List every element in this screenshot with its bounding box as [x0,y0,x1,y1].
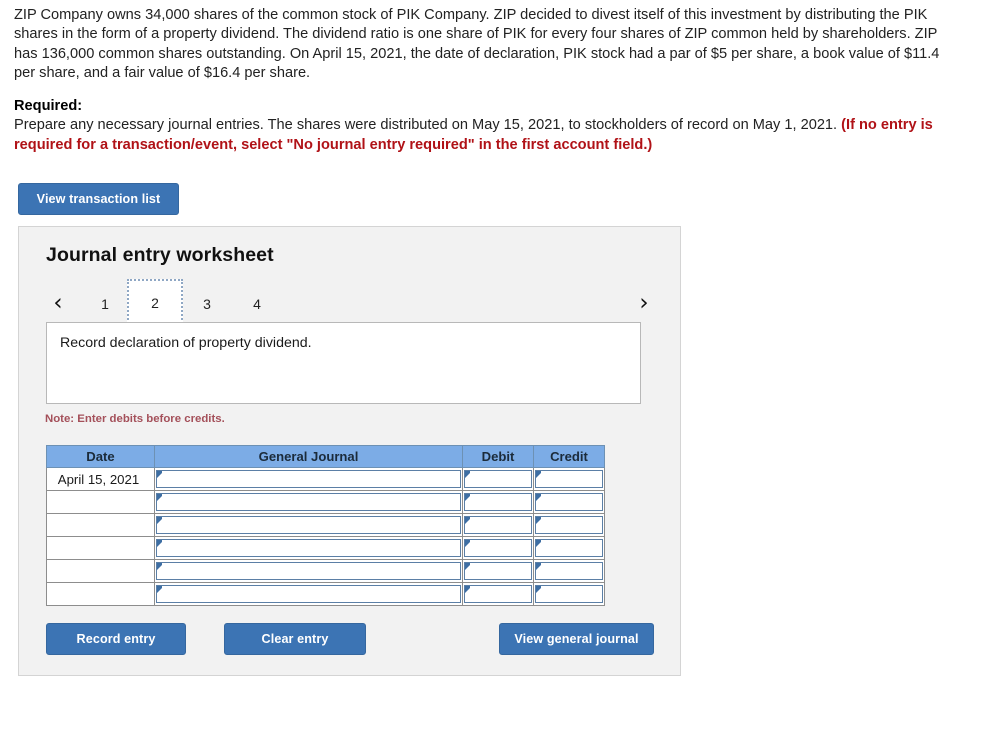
required-text: Prepare any necessary journal entries. T… [14,117,842,134]
column-header-credit: Credit [533,445,605,468]
pager-prev-icon[interactable]: ‹ [45,287,71,319]
debit-cell[interactable] [462,467,534,491]
credit-cell[interactable] [533,513,605,537]
credit-input[interactable] [535,470,603,488]
worksheet-pager: ‹ 1 2 3 4 › [45,279,657,328]
debit-input[interactable] [464,562,532,580]
view-transaction-list-button[interactable]: View transaction list [18,183,179,215]
pager-tab-2[interactable]: 2 [127,279,183,328]
pager-tab-4[interactable]: 4 [245,282,269,326]
journal-entry-worksheet-panel: Journal entry worksheet ‹ 1 2 3 4 › Reco… [18,226,681,676]
table-row [46,582,605,606]
view-general-journal-button[interactable]: View general journal [499,623,654,655]
debit-cell[interactable] [462,582,534,606]
general-journal-cell[interactable] [154,490,463,514]
debit-input[interactable] [464,470,532,488]
date-cell[interactable] [46,559,155,583]
debit-input[interactable] [464,585,532,603]
general-journal-input[interactable] [156,470,461,488]
entry-description-box: Record declaration of property dividend. [46,322,641,404]
debit-input[interactable] [464,516,532,534]
credit-cell[interactable] [533,536,605,560]
date-cell[interactable] [46,536,155,560]
credit-cell[interactable] [533,559,605,583]
debit-cell[interactable] [462,513,534,537]
table-header-row: Date General Journal Debit Credit [46,445,605,468]
general-journal-input[interactable] [156,516,461,534]
table-row [46,490,605,514]
general-journal-input[interactable] [156,562,461,580]
required-block: Required: Prepare any necessary journal … [14,97,954,155]
entry-description-text: Record declaration of property dividend. [60,335,312,351]
problem-statement: ZIP Company owns 34,000 shares of the co… [14,7,940,81]
record-entry-button[interactable]: Record entry [46,623,186,655]
pager-next-icon[interactable]: › [631,287,657,319]
date-cell[interactable] [46,490,155,514]
table-row [46,536,605,560]
debit-cell[interactable] [462,490,534,514]
table-row [46,559,605,583]
pager-tab-3[interactable]: 3 [195,282,219,326]
worksheet-title: Journal entry worksheet [46,244,274,266]
journal-entry-table: Date General Journal Debit Credit April … [46,445,605,606]
general-journal-input[interactable] [156,539,461,557]
general-journal-cell[interactable] [154,559,463,583]
column-header-debit: Debit [462,445,534,468]
general-journal-cell[interactable] [154,467,463,491]
credit-input[interactable] [535,562,603,580]
credit-input[interactable] [535,585,603,603]
required-label: Required: [14,98,83,114]
clear-entry-button[interactable]: Clear entry [224,623,366,655]
general-journal-cell[interactable] [154,582,463,606]
general-journal-cell[interactable] [154,513,463,537]
date-cell[interactable] [46,513,155,537]
general-journal-input[interactable] [156,585,461,603]
date-cell[interactable]: April 15, 2021 [46,467,155,491]
credit-input[interactable] [535,539,603,557]
table-row: April 15, 2021 [46,467,605,491]
general-journal-input[interactable] [156,493,461,511]
pager-tab-1[interactable]: 1 [93,282,117,326]
debit-input[interactable] [464,539,532,557]
debit-input[interactable] [464,493,532,511]
column-header-general-journal: General Journal [154,445,463,468]
credit-cell[interactable] [533,582,605,606]
table-row [46,513,605,537]
debit-cell[interactable] [462,559,534,583]
credit-cell[interactable] [533,467,605,491]
general-journal-cell[interactable] [154,536,463,560]
debit-cell[interactable] [462,536,534,560]
debit-note: Note: Enter debits before credits. [45,413,225,425]
credit-cell[interactable] [533,490,605,514]
credit-input[interactable] [535,493,603,511]
credit-input[interactable] [535,516,603,534]
column-header-date: Date [46,445,155,468]
date-cell[interactable] [46,582,155,606]
